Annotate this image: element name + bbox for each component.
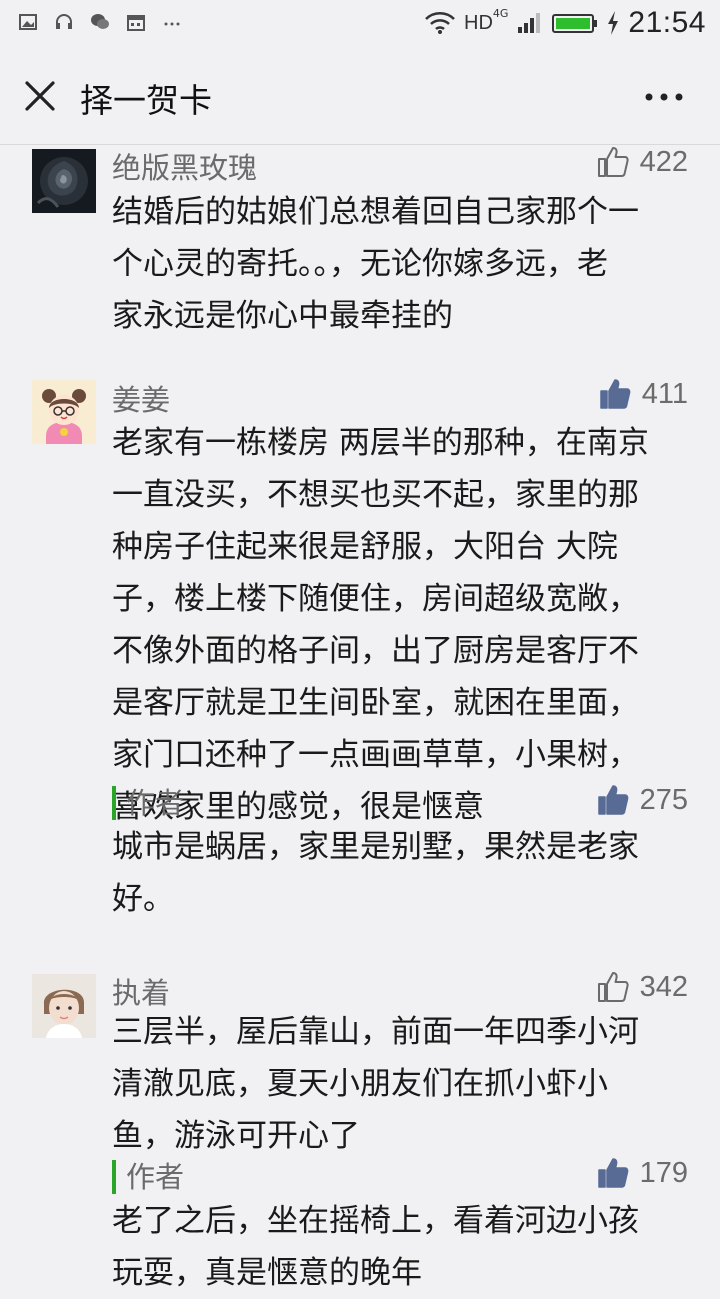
more-options-icon[interactable] [644, 92, 684, 102]
headset-icon [56, 14, 72, 29]
avatar[interactable] [32, 974, 96, 1038]
notification-icons [18, 12, 182, 32]
calendar-icon [127, 15, 145, 31]
reply-like-button[interactable]: 275 [596, 783, 688, 817]
like-button[interactable]: 411 [598, 377, 688, 411]
author-reply-text: 老了之后，坐在摇椅上，看着河边小孩 玩耍，真是惬意的晚年 [112, 1203, 639, 1291]
like-count: 275 [639, 783, 688, 816]
like-button[interactable]: 422 [596, 145, 688, 179]
avatar[interactable] [32, 149, 96, 213]
like-count: 342 [639, 970, 688, 1003]
wechat-icon [91, 14, 109, 29]
girl-photo-image [32, 974, 96, 1038]
navigation-bar: 择一贺卡 [0, 48, 720, 145]
author-reply-text: 城市是蜗居，家里是别墅，果然是老家 好。 [112, 829, 639, 917]
more-notifications-icon [164, 22, 180, 26]
comment-text: 三层半，屋后靠山，前面一年四季小河 清澈见底，夏天小朋友们在抓小虾小 鱼，游泳可… [112, 1014, 639, 1154]
like-count: 422 [639, 145, 688, 178]
page-title: 择一贺卡 [80, 81, 212, 120]
reply-like-button[interactable]: 179 [596, 1156, 688, 1190]
thumbs-up-outline-icon [597, 147, 629, 177]
thumbs-up-filled-icon [597, 1158, 628, 1188]
like-count: 179 [639, 1156, 688, 1189]
comment-username[interactable]: 绝版黑玫瑰 [112, 145, 257, 187]
battery-icon [552, 14, 598, 33]
comment-username[interactable]: 姜姜 [112, 377, 170, 419]
comment-text: 老家有一栋楼房 两层半的那种，在南京 一直没买，不想买也买不起，家里的那 种房子… [112, 425, 649, 825]
black-rose-image [32, 149, 96, 213]
charging-icon [608, 11, 619, 35]
thumbs-up-filled-icon [600, 379, 631, 409]
wifi-icon [425, 12, 455, 34]
thumbs-up-outline-icon [597, 972, 629, 1002]
avatar[interactable] [32, 380, 96, 444]
network-type: HD [464, 11, 493, 34]
signal-icon [518, 13, 541, 33]
network-generation: 4G [492, 6, 509, 20]
close-icon[interactable] [22, 78, 58, 114]
image-icon [19, 14, 37, 30]
like-count: 411 [641, 377, 688, 410]
clock: 21:54 [628, 6, 706, 39]
author-reply-label: 作者 [112, 786, 184, 820]
cartoon-girl-image [32, 380, 96, 444]
comment-text: 结婚后的姑娘们总想着回自己家那个一 个心灵的寄托。。，无论你嫁多远，老 家永远是… [112, 194, 639, 334]
system-status: HD 4G 21:54 [424, 6, 706, 40]
like-button[interactable]: 342 [596, 970, 688, 1004]
thumbs-up-filled-icon [597, 785, 628, 815]
author-reply-label: 作者 [112, 1160, 184, 1194]
status-bar: HD 4G 21:54 [0, 0, 720, 48]
